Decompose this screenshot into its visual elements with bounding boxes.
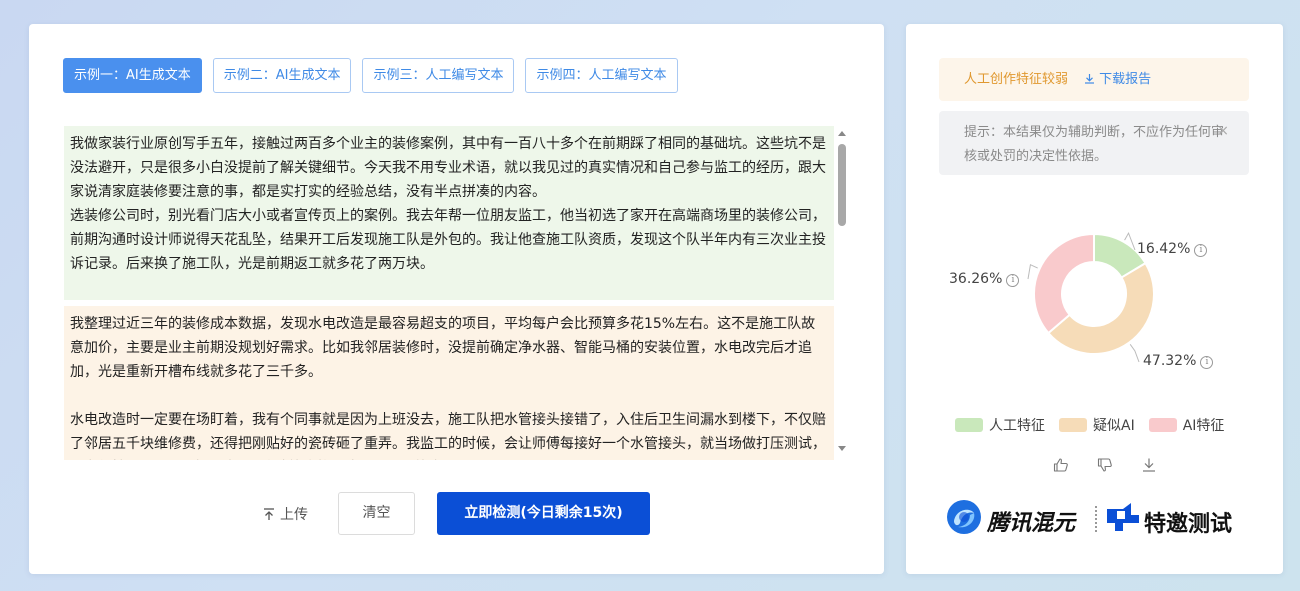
pct-label-ai: 36.26% i bbox=[949, 271, 1020, 287]
hunyuan-logo-icon bbox=[947, 500, 981, 534]
brand-divider bbox=[1095, 506, 1097, 532]
example-tabs: 示例一：AI生成文本 示例二：AI生成文本 示例三：人工编写文本 示例四：人工编… bbox=[63, 58, 678, 93]
result-banner: 人工创作特征较弱 下载报告 bbox=[939, 58, 1249, 101]
legend-label-human: 人工特征 bbox=[989, 418, 1045, 434]
brand-footer: 腾讯混元 特邀测试 bbox=[946, 498, 1246, 538]
tab-example-4[interactable]: 示例四：人工编写文本 bbox=[525, 58, 678, 93]
disclaimer-tip: 提示：本结果仅为辅助判断，不应作为任何审核或处罚的决定性依据。 × bbox=[939, 111, 1249, 175]
legend-item-ai[interactable]: AI特征 bbox=[1148, 415, 1225, 435]
upload-icon bbox=[264, 507, 274, 520]
legend-swatch-human bbox=[955, 418, 983, 432]
info-icon[interactable]: i bbox=[1006, 274, 1020, 287]
download-icon[interactable] bbox=[1140, 456, 1158, 474]
paragraph-suspected-ai: 我整理过近三年的装修成本数据，发现水电改造是最容易超支的项目，平均每户会比预算多… bbox=[64, 306, 834, 460]
donut-chart: 16.42% i 47.32% i 36.26% i bbox=[906, 224, 1283, 394]
pct-label-ai-text: 36.26% bbox=[949, 271, 1003, 287]
pct-label-suspected: 47.32% i bbox=[1143, 353, 1214, 369]
brand-name-hunyuan: 腾讯混元 bbox=[987, 511, 1076, 536]
download-report-link[interactable]: 下载报告 bbox=[1084, 72, 1151, 87]
tab-example-3[interactable]: 示例三：人工编写文本 bbox=[362, 58, 515, 93]
detector-panel: 示例一：AI生成文本 示例二：AI生成文本 示例三：人工编写文本 示例四：人工编… bbox=[29, 24, 884, 574]
download-icon bbox=[1085, 74, 1095, 84]
upload-button[interactable]: 上传 bbox=[263, 504, 308, 524]
feedback-bar bbox=[1052, 456, 1158, 474]
detect-button[interactable]: 立即检测(今日剩余15次) bbox=[437, 492, 650, 535]
disclaimer-text: 提示：本结果仅为辅助判断，不应作为任何审核或处罚的决定性依据。 bbox=[964, 125, 1225, 164]
paragraph-human: 我做家装行业原创写手五年，接触过两百多个业主的装修案例，其中有一百八十多个在前期… bbox=[64, 126, 834, 300]
legend-swatch-suspected bbox=[1059, 418, 1087, 432]
donut-chart-svg bbox=[1027, 231, 1155, 363]
info-icon[interactable]: i bbox=[1194, 244, 1208, 257]
tab-example-2[interactable]: 示例二：AI生成文本 bbox=[212, 58, 352, 93]
close-icon[interactable]: × bbox=[1217, 119, 1229, 143]
pct-label-human-text: 16.42% bbox=[1137, 241, 1191, 257]
donut-slice-ai[interactable] bbox=[1033, 232, 1095, 335]
info-icon[interactable]: i bbox=[1200, 356, 1214, 369]
action-bar: 上传 清空 立即检测(今日剩余15次) bbox=[29, 492, 884, 536]
result-panel: 人工创作特征较弱 下载报告 提示：本结果仅为辅助判断，不应作为任何审核或处罚的决… bbox=[906, 24, 1283, 574]
chart-legend: 人工特征 疑似AI AI特征 bbox=[955, 415, 1224, 435]
legend-swatch-ai bbox=[1148, 418, 1177, 432]
upload-label: 上传 bbox=[280, 507, 308, 523]
vertical-scrollbar[interactable] bbox=[836, 128, 848, 454]
legend-item-human[interactable]: 人工特征 bbox=[955, 415, 1045, 435]
brand-name-invite-test: 特邀测试 bbox=[1144, 512, 1233, 537]
scroll-down-arrow-icon[interactable] bbox=[838, 446, 846, 451]
invite-logo-icon bbox=[1107, 503, 1139, 531]
clear-button[interactable]: 清空 bbox=[338, 492, 415, 535]
pct-label-suspected-text: 47.32% bbox=[1143, 353, 1197, 369]
tab-example-1[interactable]: 示例一：AI生成文本 bbox=[63, 58, 202, 93]
pct-label-human: 16.42% i bbox=[1137, 241, 1208, 257]
result-verdict: 人工创作特征较弱 bbox=[964, 72, 1069, 87]
scrollbar-thumb[interactable] bbox=[838, 144, 846, 226]
legend-label-suspected: 疑似AI bbox=[1093, 418, 1135, 434]
thumbs-down-icon[interactable] bbox=[1096, 456, 1114, 474]
leader-line-suspected bbox=[1129, 344, 1140, 363]
scroll-up-arrow-icon[interactable] bbox=[838, 131, 846, 136]
download-report-label: 下载报告 bbox=[1099, 72, 1152, 87]
legend-item-suspected[interactable]: 疑似AI bbox=[1059, 415, 1135, 435]
legend-label-ai: AI特征 bbox=[1182, 418, 1225, 434]
thumbs-up-icon[interactable] bbox=[1052, 456, 1070, 474]
text-input-area[interactable]: 我做家装行业原创写手五年，接触过两百多个业主的装修案例，其中有一百八十多个在前期… bbox=[64, 126, 834, 460]
